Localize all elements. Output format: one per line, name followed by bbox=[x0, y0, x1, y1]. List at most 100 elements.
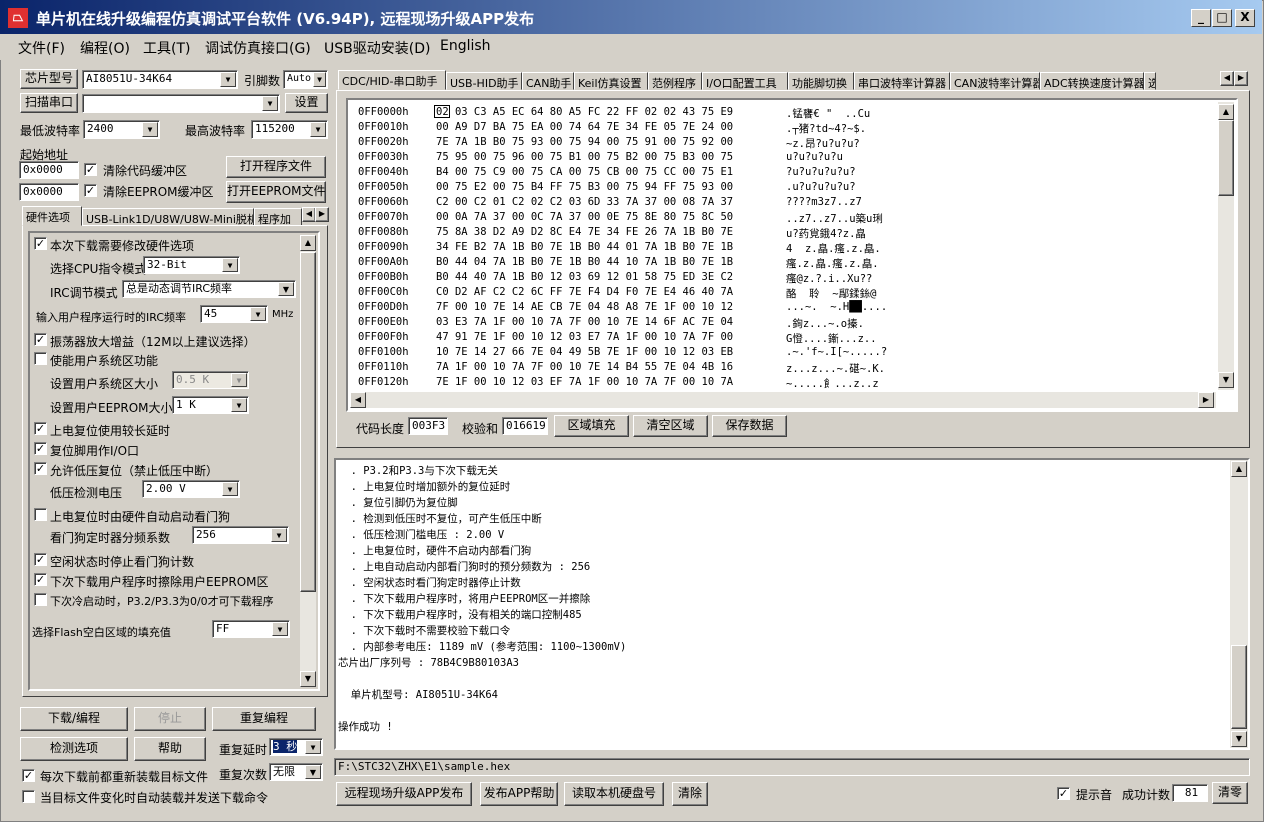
chevron-down-icon[interactable]: ▼ bbox=[305, 765, 321, 779]
menu-debug[interactable]: 调试仿真接口(G) bbox=[205, 38, 311, 58]
eeprom-start-address-input[interactable]: 0x0000 bbox=[19, 183, 79, 201]
menu-program[interactable]: 编程(O) bbox=[80, 38, 130, 58]
open-eeprom-file-button[interactable]: 打开EEPROM文件 bbox=[226, 181, 326, 203]
right-tab[interactable]: CDC/HID-串口助手 bbox=[338, 70, 446, 90]
idle-wdt-stop-checkbox[interactable]: ✓ bbox=[34, 553, 47, 566]
right-tab[interactable]: 功能脚切换 bbox=[788, 72, 854, 90]
erase-eeprom-checkbox[interactable]: ✓ bbox=[34, 573, 47, 586]
settings-button[interactable]: 设置 bbox=[285, 93, 328, 113]
scroll-up-icon[interactable]: ▲ bbox=[1231, 461, 1247, 477]
irc-freq-select[interactable]: 45 ▼ bbox=[200, 305, 268, 323]
chevron-down-icon[interactable]: ▼ bbox=[220, 72, 236, 87]
user-sys-area-checkbox[interactable] bbox=[34, 352, 47, 365]
close-button[interactable]: X bbox=[1235, 9, 1255, 27]
right-tab[interactable]: Keil仿真设置 bbox=[574, 72, 648, 90]
menu-english[interactable]: English bbox=[440, 38, 491, 54]
chevron-down-icon[interactable]: ▼ bbox=[310, 122, 326, 137]
beep-checkbox[interactable]: ✓ bbox=[1057, 787, 1070, 800]
scroll-down-icon[interactable]: ▼ bbox=[1218, 372, 1234, 388]
hex-v-scrollbar-thumb[interactable] bbox=[1218, 120, 1234, 196]
check-options-button[interactable]: 检测选项 bbox=[20, 737, 128, 761]
menu-file[interactable]: 文件(F) bbox=[18, 38, 65, 58]
min-baud-select[interactable]: 2400 ▼ bbox=[83, 120, 160, 139]
reload-checkbox[interactable]: ✓ bbox=[22, 769, 35, 782]
right-tab[interactable]: CAN助手 bbox=[522, 72, 574, 90]
tab-program-encrypt[interactable]: 程序加 bbox=[254, 208, 302, 226]
reset-pin-io-checkbox[interactable]: ✓ bbox=[34, 442, 47, 455]
wdt-auto-checkbox[interactable] bbox=[34, 508, 47, 521]
right-tab[interactable]: 选 bbox=[1144, 72, 1156, 90]
cold-boot-checkbox[interactable] bbox=[34, 593, 47, 606]
menu-tools[interactable]: 工具(T) bbox=[143, 38, 190, 58]
right-tab[interactable]: I/O口配置工具 bbox=[702, 72, 788, 90]
tab-scroll-right-icon[interactable]: ▶ bbox=[315, 207, 329, 222]
right-tab[interactable]: USB-HID助手 bbox=[446, 72, 522, 90]
repeat-count-select[interactable]: 无限 ▼ bbox=[269, 763, 323, 781]
pin-count-select[interactable]: Auto ▼ bbox=[283, 70, 328, 89]
tab-scroll-left-icon[interactable]: ◀ bbox=[302, 207, 316, 222]
read-disk-id-button[interactable]: 读取本机硬盘号 bbox=[564, 782, 664, 806]
tab-usb-link-offline[interactable]: USB-Link1D/U8W/U8W-Mini脱机 bbox=[82, 208, 254, 226]
low-volt-reset-checkbox[interactable]: ✓ bbox=[34, 462, 47, 475]
hex-h-scrollbar[interactable] bbox=[350, 392, 1216, 408]
scan-port-button[interactable]: 扫描串口 bbox=[20, 93, 78, 113]
eeprom-size-select[interactable]: 1 K ▼ bbox=[172, 396, 249, 414]
stop-button[interactable]: 停止 bbox=[134, 707, 206, 731]
chevron-down-icon[interactable]: ▼ bbox=[313, 72, 326, 87]
scroll-right-icon[interactable]: ▶ bbox=[1198, 392, 1214, 408]
chevron-down-icon[interactable]: ▼ bbox=[271, 528, 287, 542]
tab-scroll-right-icon[interactable]: ▶ bbox=[1234, 71, 1248, 86]
repeat-delay-select[interactable]: 3 秒 ▼ bbox=[269, 738, 323, 756]
chevron-down-icon[interactable]: ▼ bbox=[272, 622, 288, 636]
chevron-down-icon[interactable]: ▼ bbox=[278, 282, 294, 296]
scroll-up-icon[interactable]: ▲ bbox=[1218, 104, 1234, 120]
chevron-down-icon[interactable]: ▼ bbox=[142, 122, 158, 137]
chevron-down-icon[interactable]: ▼ bbox=[231, 398, 247, 412]
right-tab[interactable]: 串口波特率计算器 bbox=[854, 72, 950, 90]
menu-usb-driver[interactable]: USB驱动安装(D) bbox=[324, 38, 430, 58]
remote-upgrade-publish-button[interactable]: 远程现场升级APP发布 bbox=[336, 782, 472, 806]
scroll-up-icon[interactable]: ▲ bbox=[300, 235, 316, 251]
maximize-button[interactable]: □ bbox=[1212, 9, 1232, 27]
chevron-down-icon[interactable]: ▼ bbox=[262, 96, 278, 111]
reset-count-button[interactable]: 清零 bbox=[1212, 782, 1248, 804]
right-tab[interactable]: CAN波特率计算器 bbox=[950, 72, 1040, 90]
chevron-down-icon[interactable]: ▼ bbox=[222, 258, 238, 272]
long-reset-delay-checkbox[interactable]: ✓ bbox=[34, 422, 47, 435]
minimize-button[interactable]: _ bbox=[1191, 9, 1211, 27]
max-baud-select[interactable]: 115200 ▼ bbox=[251, 120, 328, 139]
tab-scroll-left-icon[interactable]: ◀ bbox=[1220, 71, 1234, 86]
chevron-down-icon[interactable]: ▼ bbox=[231, 373, 247, 387]
scroll-down-icon[interactable]: ▼ bbox=[1231, 731, 1247, 747]
download-button[interactable]: 下载/编程 bbox=[20, 707, 128, 731]
clear-log-button[interactable]: 清除 bbox=[672, 782, 708, 806]
code-start-address-input[interactable]: 0x0000 bbox=[19, 161, 79, 179]
hex-view[interactable]: 0FF0000h 02 03 C3 A5 EC 64 80 A5 FC 22 FF… bbox=[346, 98, 1238, 412]
low-volt-select[interactable]: 2.00 V ▼ bbox=[142, 480, 240, 498]
clear-eeprom-checkbox[interactable]: ✓ bbox=[84, 184, 97, 197]
help-button[interactable]: 帮助 bbox=[134, 737, 206, 761]
auto-send-checkbox[interactable] bbox=[22, 790, 35, 803]
wdt-div-select[interactable]: 256 ▼ bbox=[192, 526, 289, 544]
scroll-left-icon[interactable]: ◀ bbox=[350, 392, 366, 408]
publish-help-button[interactable]: 发布APP帮助 bbox=[480, 782, 558, 806]
osc-gain-checkbox[interactable]: ✓ bbox=[34, 333, 47, 346]
clear-code-checkbox[interactable]: ✓ bbox=[84, 163, 97, 176]
save-data-button[interactable]: 保存数据 bbox=[712, 415, 787, 437]
fill-value-select[interactable]: FF ▼ bbox=[212, 620, 290, 638]
irc-mode-select[interactable]: 总是动态调节IRC频率 ▼ bbox=[122, 280, 296, 298]
chevron-down-icon[interactable]: ▼ bbox=[250, 307, 266, 321]
clear-area-button[interactable]: 清空区域 bbox=[633, 415, 708, 437]
port-select[interactable]: ▼ bbox=[82, 94, 280, 113]
chevron-down-icon[interactable]: ▼ bbox=[305, 740, 321, 754]
sys-area-size-select[interactable]: 0.5 K ▼ bbox=[172, 371, 249, 389]
right-tab[interactable]: ADC转换速度计算器 bbox=[1040, 72, 1144, 90]
log-scrollbar-thumb[interactable] bbox=[1231, 645, 1247, 729]
chip-model-select[interactable]: AI8051U-34K64 ▼ bbox=[82, 70, 238, 89]
output-log[interactable]: . P3.2和P3.3与下次下载无关 . 上电复位时增加额外的复位延时 . 复位… bbox=[334, 458, 1250, 750]
open-program-file-button[interactable]: 打开程序文件 bbox=[226, 156, 326, 178]
tab-hardware-options[interactable]: 硬件选项 bbox=[22, 206, 82, 226]
chip-model-button[interactable]: 芯片型号 bbox=[20, 69, 78, 89]
chevron-down-icon[interactable]: ▼ bbox=[222, 482, 238, 496]
scroll-down-icon[interactable]: ▼ bbox=[300, 671, 316, 687]
